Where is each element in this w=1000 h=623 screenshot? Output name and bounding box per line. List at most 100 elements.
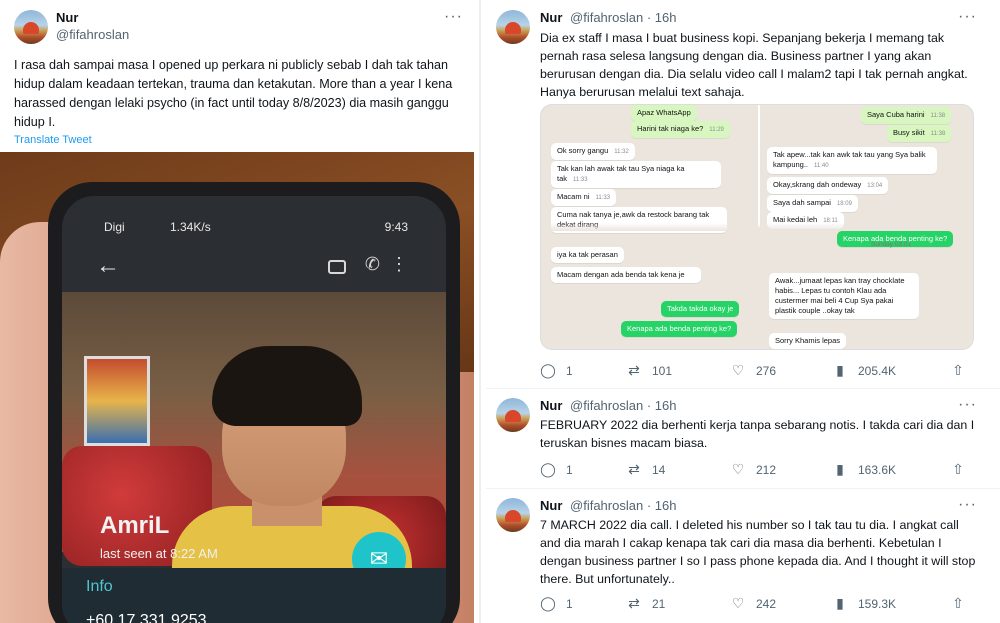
author-handle[interactable]: @fifahroslan xyxy=(570,398,643,413)
views-button[interactable]: ▮ 163.6K xyxy=(832,461,896,478)
like-count: 276 xyxy=(756,363,777,378)
retweet-icon: ⇄ xyxy=(628,362,640,378)
heart-icon: ♡ xyxy=(731,595,745,611)
chat-bubble: Awak...jumaat lepas kan tray chocklate h… xyxy=(769,273,919,319)
back-arrow-icon: ← xyxy=(96,252,120,279)
panel-divider xyxy=(479,0,481,623)
author-handle[interactable]: @fifahroslan xyxy=(570,498,643,513)
chat-bubble: iya ka tak perasan xyxy=(551,247,624,263)
views-count: 205.4K xyxy=(858,363,897,378)
chat-bubble: Macam dengan ada benda tak kena je xyxy=(551,267,701,283)
reply-button[interactable]: ◯ 1 xyxy=(540,595,573,612)
info-panel: Info +60 17 331 9253 xyxy=(62,568,446,623)
status-bar: Digi 1.34K/s 9:43 xyxy=(62,218,446,240)
carrier-label: Digi xyxy=(104,220,125,234)
retweet-button[interactable]: ⇄ 21 xyxy=(626,595,665,612)
thread-panel: Nur @fifahroslan · 16h ··· Dia ex staff … xyxy=(486,0,1000,623)
wall-poster xyxy=(84,356,150,446)
chat-bubble: Harini tak niaga ke? 11:29 xyxy=(631,121,730,138)
tweet-photo[interactable]: Digi 1.34K/s 9:43 ← ✆ ⋮ AmriL last seen … xyxy=(0,152,474,623)
like-count: 242 xyxy=(756,596,777,611)
like-button[interactable]: ♡ 276 xyxy=(730,362,776,379)
avatar[interactable] xyxy=(496,398,530,432)
share-button[interactable]: ⇧ xyxy=(950,461,966,478)
chat-day-label: Sunday 03:01 xyxy=(871,241,912,248)
views-button[interactable]: ▮ 205.4K xyxy=(832,362,896,379)
views-icon: ▮ xyxy=(836,595,844,611)
reply-icon: ◯ xyxy=(540,362,556,378)
author-name[interactable]: Nur xyxy=(56,10,78,25)
avatar[interactable] xyxy=(496,498,530,532)
retweet-count: 21 xyxy=(652,596,666,611)
phone-number: +60 17 331 9253 xyxy=(86,612,207,623)
separator xyxy=(486,388,1000,389)
tweet-text: Dia ex staff I masa I buat business kopi… xyxy=(540,31,968,99)
views-count: 159.3K xyxy=(858,596,897,611)
share-button[interactable]: ⇧ xyxy=(950,595,966,612)
tweet-header: Nur @fifahroslan · 16h xyxy=(540,398,676,413)
like-count: 212 xyxy=(756,462,777,477)
author-name[interactable]: Nur xyxy=(540,398,562,413)
more-options-icon[interactable]: ··· xyxy=(958,496,977,514)
more-options-icon[interactable]: ··· xyxy=(958,8,977,26)
retweet-button[interactable]: ⇄ 101 xyxy=(626,362,672,379)
tweet-actions: ◯ 1 ⇄ 101 ♡ 276 ▮ 205.4K ⇧ xyxy=(540,362,980,382)
tweet-time[interactable]: · 16h xyxy=(647,398,677,413)
tweet-header: Nur @fifahroslan · 16h xyxy=(540,498,676,513)
chat-bubble: Ok sorry gangu 11:32 xyxy=(551,143,635,160)
whatsapp-screenshot-image[interactable]: Apaz WhatsApp Harini tak niaga ke? 11:29 … xyxy=(540,104,974,350)
chat-bubble: Sorry Khamis lepas xyxy=(769,333,847,349)
share-icon: ⇧ xyxy=(952,595,964,611)
share-button[interactable]: ⇧ xyxy=(950,362,966,379)
reply-count: 1 xyxy=(566,462,573,477)
like-button[interactable]: ♡ 212 xyxy=(730,461,776,478)
info-label: Info xyxy=(86,578,113,595)
clock: 9:43 xyxy=(384,220,408,234)
heart-icon: ♡ xyxy=(731,461,745,477)
retweet-button[interactable]: ⇄ 14 xyxy=(626,461,665,478)
chat-bubble: Saya dah sampai 18:09 xyxy=(767,195,858,212)
like-button[interactable]: ♡ 242 xyxy=(730,595,776,612)
reply-count: 1 xyxy=(566,596,573,611)
author-handle[interactable]: @fifahroslan xyxy=(56,27,129,42)
tweet-text: I rasa dah sampai masa I opened up perka… xyxy=(14,58,453,129)
tweet-text: 7 MARCH 2022 dia call. I deleted his num… xyxy=(540,518,976,586)
avatar[interactable] xyxy=(14,10,48,44)
video-call-icon xyxy=(328,260,346,274)
menu-kebab-icon: ⋮ xyxy=(390,254,408,274)
tweet-time[interactable]: · 16h xyxy=(647,498,677,513)
chat-bubble: Tak apew...tak kan awk tak tau yang Sya … xyxy=(767,147,937,174)
reply-icon: ◯ xyxy=(540,461,556,477)
tweet-header: Nur @fifahroslan · 16h xyxy=(540,10,676,25)
person-hair xyxy=(212,346,362,426)
views-icon: ▮ xyxy=(836,362,844,378)
author-name[interactable]: Nur xyxy=(540,10,562,25)
reply-button[interactable]: ◯ 1 xyxy=(540,362,573,379)
author-name[interactable]: Nur xyxy=(540,498,562,513)
retweet-count: 14 xyxy=(652,462,666,477)
chat-bubble: Apaz WhatsApp xyxy=(631,105,697,121)
avatar[interactable] xyxy=(496,10,530,44)
share-icon: ⇧ xyxy=(952,362,964,378)
more-options-icon[interactable]: ··· xyxy=(444,8,463,26)
author-handle[interactable]: @fifahroslan xyxy=(570,10,643,25)
contact-top-bar: ← ✆ ⋮ xyxy=(62,252,446,292)
reply-button[interactable]: ◯ 1 xyxy=(540,461,573,478)
fade-overlay xyxy=(541,223,973,231)
retweet-count: 101 xyxy=(652,363,673,378)
more-options-icon[interactable]: ··· xyxy=(958,396,977,414)
translate-tweet-link[interactable]: Translate Tweet xyxy=(14,134,92,146)
contact-name: AmriL xyxy=(100,512,170,539)
tweet-time[interactable]: · 16h xyxy=(647,10,677,25)
image-split-line xyxy=(758,105,760,227)
share-icon: ⇧ xyxy=(952,461,964,477)
retweet-icon: ⇄ xyxy=(628,595,640,611)
chat-bubble: Saya Cuba harini 11:38 xyxy=(861,107,952,124)
retweet-icon: ⇄ xyxy=(628,461,640,477)
views-button[interactable]: ▮ 159.3K xyxy=(832,595,896,612)
heart-icon: ♡ xyxy=(731,362,745,378)
tweet-actions: ◯ 1 ⇄ 21 ♡ 242 ▮ 159.3K ⇧ xyxy=(540,595,980,615)
tweet-actions: ◯ 1 ⇄ 14 ♡ 212 ▮ 163.6K ⇧ xyxy=(540,461,980,481)
separator xyxy=(486,488,1000,489)
last-seen: last seen at 8:22 AM xyxy=(100,546,218,561)
